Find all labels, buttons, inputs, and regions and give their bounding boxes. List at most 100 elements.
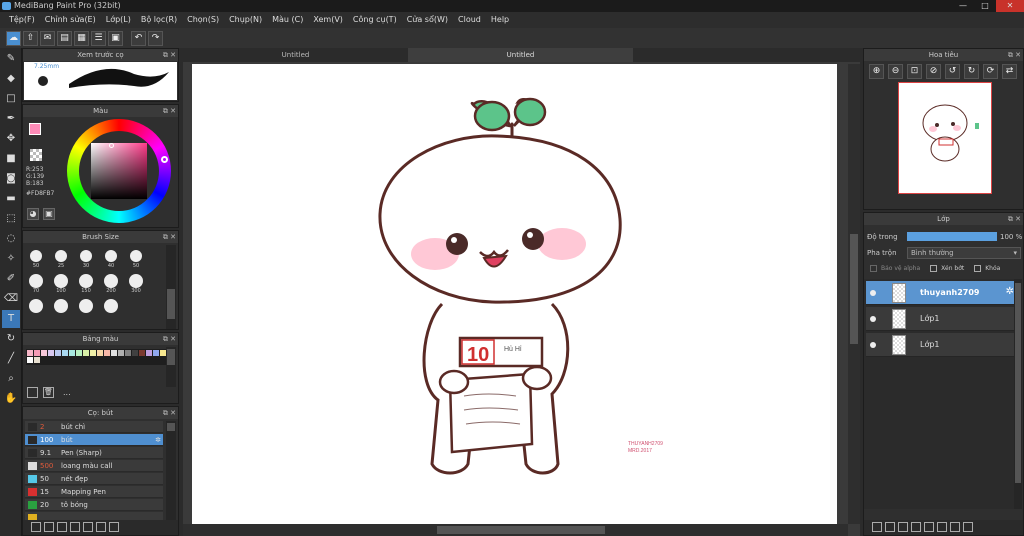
tab-untitled-2[interactable]: Untitled [408,48,633,62]
rect-tool-icon[interactable]: □ [2,90,20,108]
main-color-swatch[interactable] [29,123,41,135]
layer-settings-icon[interactable]: ✲ [1006,286,1014,297]
zoom-in-icon[interactable]: ⊕ [869,64,884,79]
palette-swatches[interactable] [26,349,166,365]
palette-color-chip[interactable] [97,350,103,356]
cloud-icon[interactable]: ☁ [6,30,21,46]
brush-size-cell[interactable] [129,274,143,288]
select-eraser-icon[interactable]: ⌫ [2,290,20,308]
new-layer-icon[interactable] [872,522,882,532]
scrollbar[interactable] [166,421,176,521]
select-tool-icon[interactable]: ⬚ [2,210,20,228]
layer-row[interactable]: Lớp1 [866,307,1016,331]
palette-color-chip[interactable] [62,350,68,356]
palette-color-chip[interactable] [118,350,124,356]
palette-color-chip[interactable] [69,350,75,356]
palette-color-chip[interactable] [90,350,96,356]
brush-size-cell[interactable] [80,250,92,262]
menu-filter[interactable]: Bộ lọc(R) [136,12,182,28]
clip-checkbox[interactable] [930,265,938,272]
palette-color-chip[interactable] [76,350,82,356]
layer-folder-icon[interactable] [924,522,934,532]
menu-color[interactable]: Màu (C) [267,12,308,28]
eye-icon[interactable] [870,290,876,296]
flip-icon[interactable]: ⇄ [1002,64,1017,79]
palette-color-chip[interactable] [55,350,61,356]
brush-list-item[interactable]: 2 bút chì [25,421,163,433]
palette-color-chip[interactable] [104,350,110,356]
menu-view[interactable]: Xem(V) [308,12,348,28]
brush-size-cell[interactable] [105,250,117,262]
panel-close-icon[interactable]: ⧉ ✕ [1008,49,1021,61]
eye-icon[interactable] [870,342,876,348]
rotate-reset-icon[interactable]: ⟳ [983,64,998,79]
text-tool-icon[interactable]: T [2,310,20,328]
add-brush-icon[interactable] [44,522,54,532]
select-pen-icon[interactable]: ✐ [2,270,20,288]
scrollbar[interactable] [166,245,176,329]
add-layer-menu-icon[interactable] [911,522,921,532]
add-brush-menu-icon[interactable] [57,522,67,532]
horizontal-scrollbar[interactable] [183,524,848,536]
brush-size-cell[interactable] [79,274,93,288]
minimize-button[interactable]: — [952,0,974,12]
screen-icon[interactable]: ▣ [108,30,123,46]
palette-more[interactable]: ... [63,388,71,397]
palette-color-chip[interactable] [83,350,89,356]
palette-color-chip[interactable] [132,350,138,356]
new-8bit-layer-icon[interactable] [898,522,908,532]
eye-icon[interactable] [870,316,876,322]
hue-marker[interactable] [161,156,168,163]
brush-list-item[interactable]: 100 bút ✲ [25,434,163,446]
vertical-scrollbar[interactable] [848,64,860,524]
brush-list-item[interactable]: 50 nét đẹp [25,473,163,485]
menu-help[interactable]: Help [486,12,514,28]
brush-tool-icon[interactable]: ✎ [2,50,20,68]
operation-tool-icon[interactable]: ↻ [2,330,20,348]
palette-color-chip[interactable] [27,350,33,356]
delete-layer-icon[interactable] [963,522,973,532]
new-halftone-layer-icon[interactable] [885,522,895,532]
brush-list-item[interactable]: 9.1 Pen (Sharp) [25,447,163,459]
upload-brush-icon[interactable] [31,522,41,532]
redo-icon[interactable]: ↷ [148,30,163,46]
palette-icon[interactable]: ◕ [27,208,39,220]
list-icon[interactable]: ☰ [91,30,106,46]
panel-close-icon[interactable]: ⧉ ✕ [163,333,176,345]
duplicate-layer-icon[interactable] [937,522,947,532]
brush-size-cell[interactable] [29,274,43,288]
menu-select[interactable]: Chọn(S) [182,12,224,28]
brush-list-item[interactable]: 500 loang màu call [25,460,163,472]
delete-brush-icon[interactable] [109,522,119,532]
layout-icon[interactable]: ▤ [57,30,72,46]
fill-rect-icon[interactable]: ■ [2,150,20,168]
menu-window[interactable]: Cửa sổ(W) [402,12,453,28]
palette-color-chip[interactable] [111,350,117,356]
brush-size-cell[interactable] [30,250,42,262]
lock-checkbox[interactable] [974,265,982,272]
duplicate-icon[interactable] [96,522,106,532]
eraser-tool-icon[interactable]: ◆ [2,70,20,88]
palette-color-chip[interactable] [34,350,40,356]
magic-wand-icon[interactable]: ✧ [2,250,20,268]
transparent-swatch[interactable] [30,149,42,161]
menu-tools[interactable]: Công cụ(T) [348,12,402,28]
layer-row[interactable]: thuyanh2709 ✲ [866,281,1016,305]
panel-close-icon[interactable]: ⧉ ✕ [163,105,176,117]
palette-color-chip[interactable] [125,350,131,356]
brush-size-cell[interactable] [104,299,118,313]
layer-row[interactable]: Lớp1 [866,333,1016,357]
brush-list-item[interactable]: 15 Mapping Pen [25,486,163,498]
gradient-tool-icon[interactable]: ▬ [2,190,20,208]
bucket-tool-icon[interactable]: ◙ [2,170,20,188]
scrollbar[interactable] [1014,279,1022,509]
close-button[interactable]: ✕ [996,0,1024,12]
palette-color-chip[interactable] [27,357,33,363]
new-palette-icon[interactable] [27,387,38,398]
delete-palette-icon[interactable]: 🗑 [43,387,54,398]
menu-snap[interactable]: Chụp(N) [224,12,267,28]
palette-color-chip[interactable] [41,350,47,356]
fit-icon[interactable]: ⊡ [907,64,922,79]
brush-size-cell[interactable] [130,250,142,262]
palette-color-chip[interactable] [48,350,54,356]
